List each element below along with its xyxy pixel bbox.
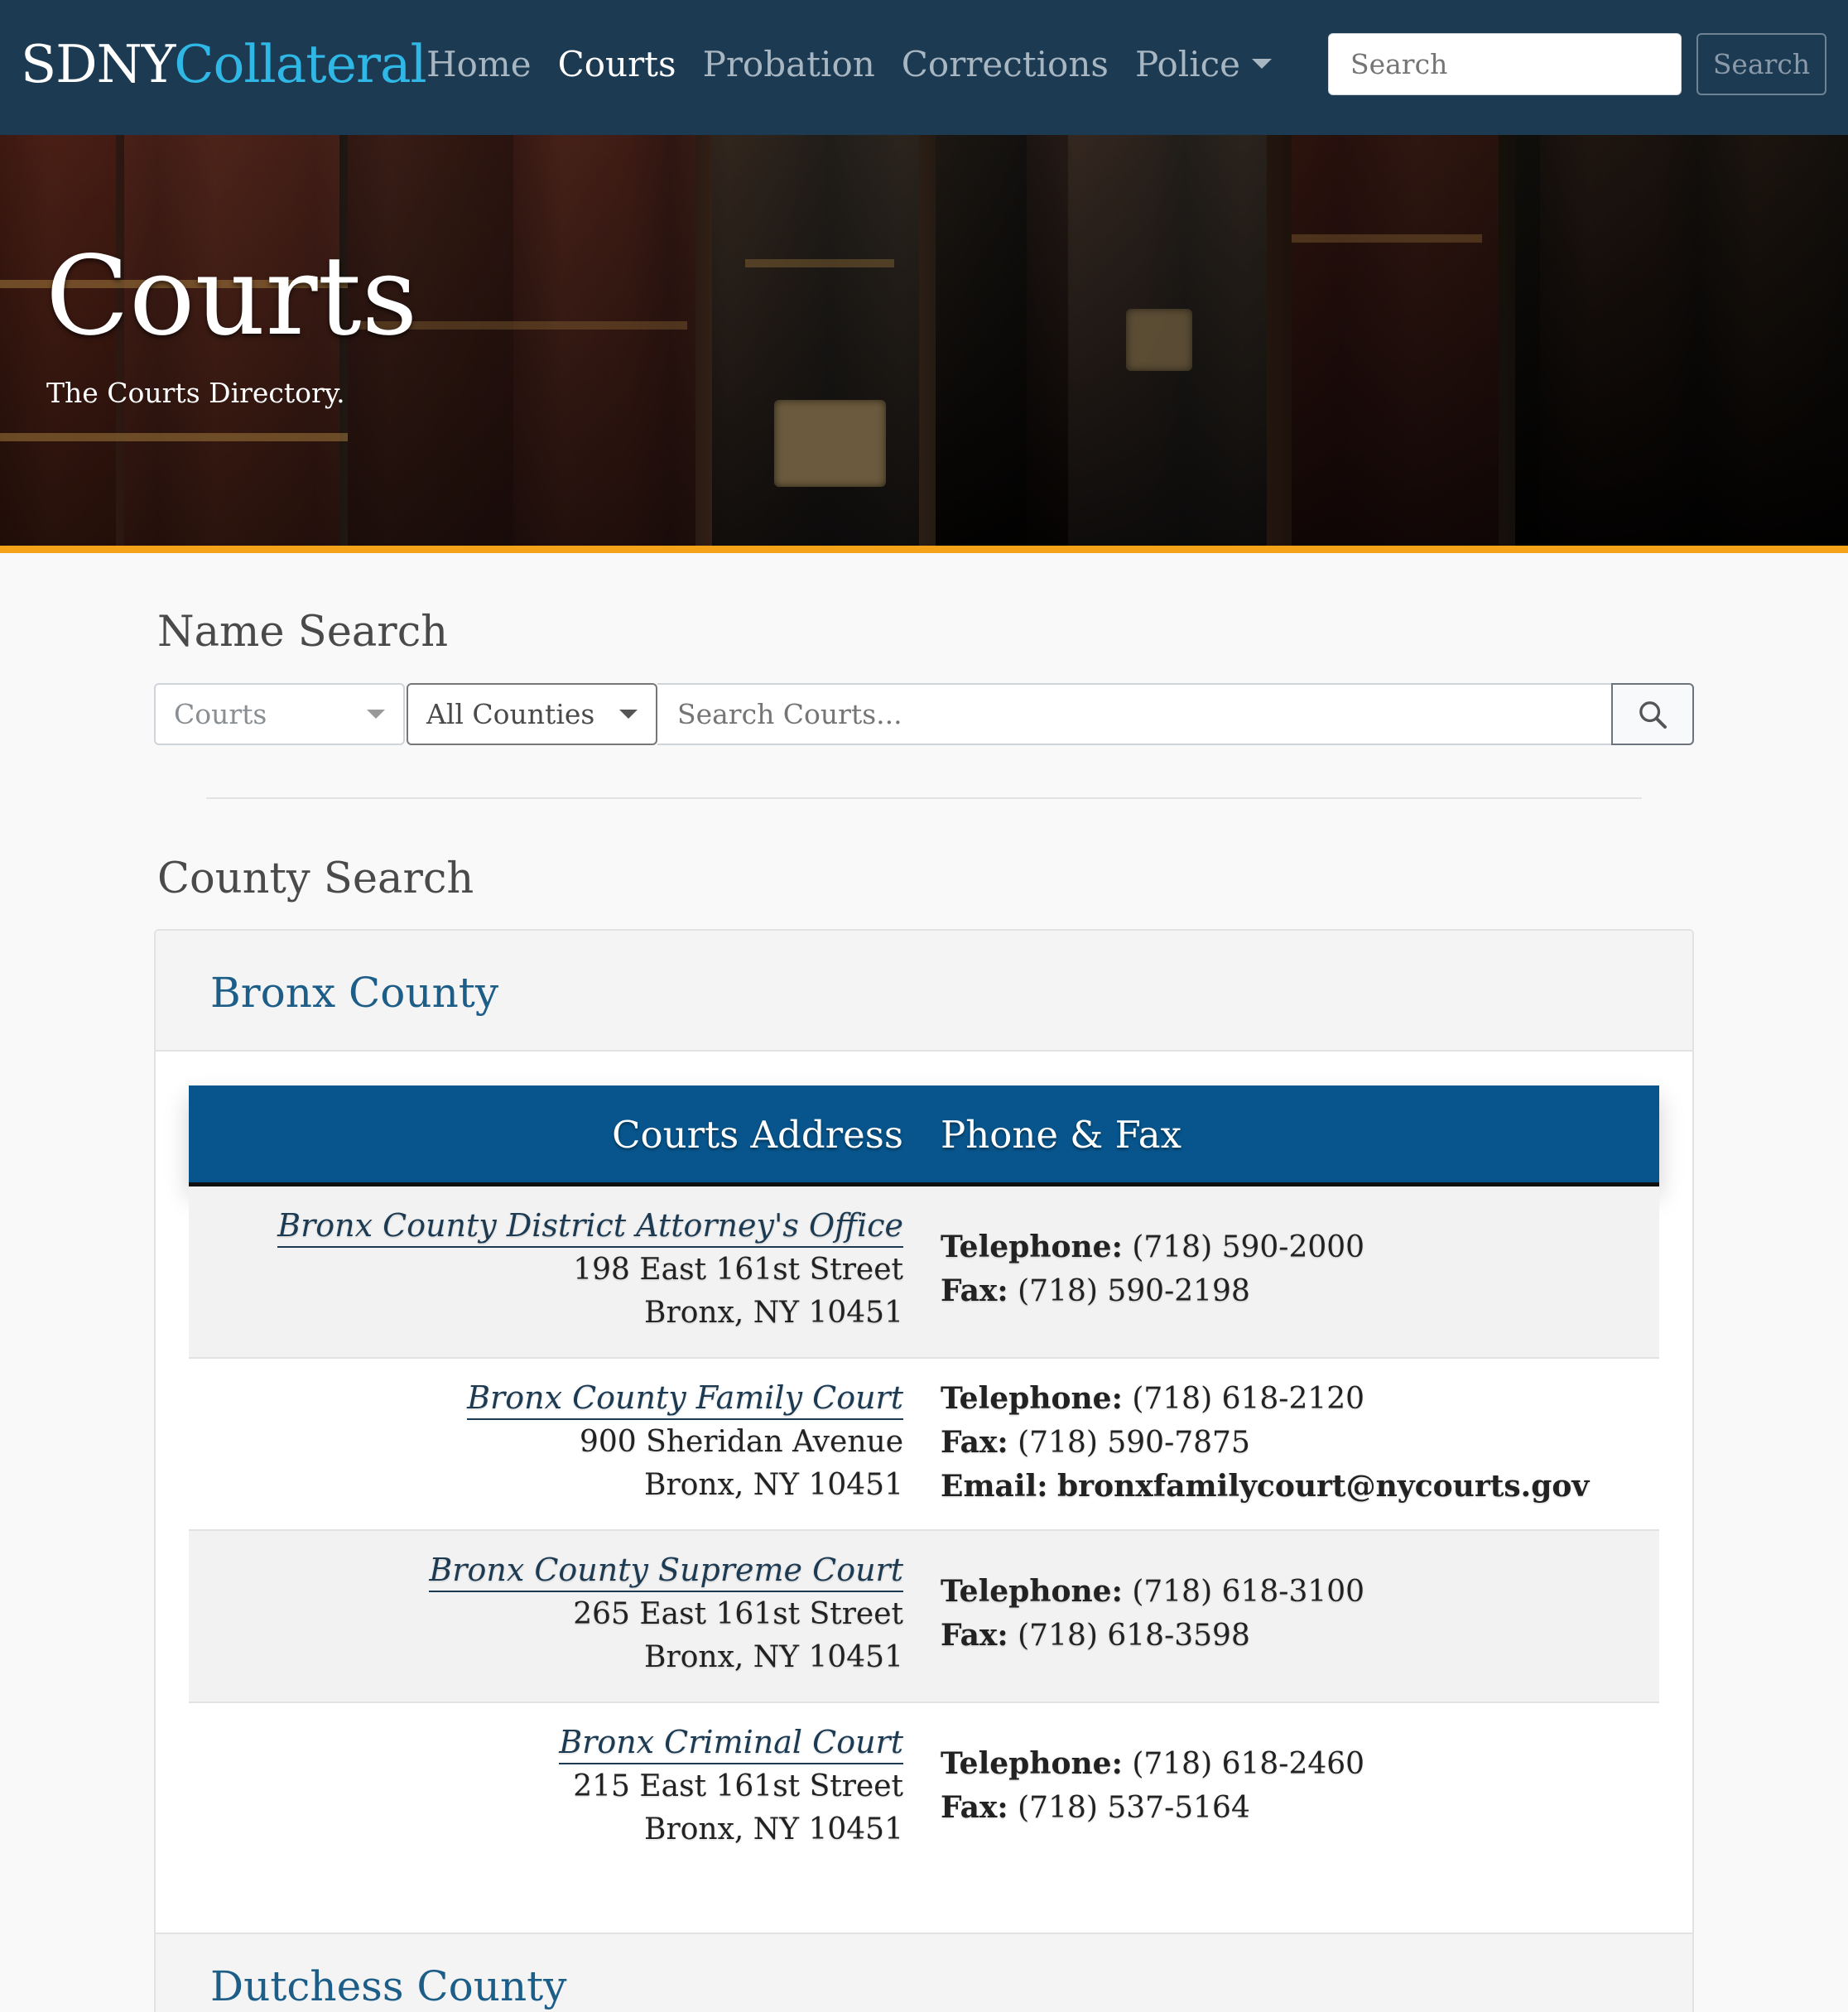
fax-label: Fax: — [941, 1618, 1008, 1653]
fax-label: Fax: — [941, 1790, 1008, 1825]
chevron-down-icon — [619, 710, 638, 719]
fax-line: Fax: (718) 590-7875 — [941, 1421, 1589, 1465]
court-address: Bronx Criminal Court 215 East 161st Stre… — [559, 1721, 903, 1851]
navbar: SDNYCollateral Home Courts Probation Cor… — [0, 0, 1848, 135]
telephone-value: (718) 618-2460 — [1132, 1747, 1365, 1781]
court-search-button[interactable] — [1611, 683, 1694, 745]
brand-part1: SDNY — [21, 34, 175, 94]
court-name-link[interactable]: Bronx County District Attorney's Office — [277, 1205, 903, 1248]
page-title: Courts — [46, 233, 418, 360]
fax-value: (718) 537-5164 — [1018, 1791, 1250, 1825]
court-name-link[interactable]: Bronx County Supreme Court — [429, 1549, 903, 1592]
telephone-label: Telephone: — [941, 1574, 1123, 1609]
brand-logo[interactable]: SDNYCollateral — [21, 31, 427, 98]
nav-link-corrections[interactable]: Corrections — [902, 40, 1109, 89]
court-street: 215 East 161st Street — [573, 1769, 903, 1803]
court-contact: Telephone: (718) 618-2460 Fax: (718) 537… — [941, 1742, 1364, 1830]
book-spine — [1292, 135, 1499, 546]
court-street: 265 East 161st Street — [573, 1597, 903, 1631]
email-value[interactable]: bronxfamilycourt@nycourts.gov — [1057, 1469, 1589, 1504]
table-header: Courts Address Phone & Fax — [189, 1085, 1659, 1187]
nav-dropdown-police[interactable]: Police — [1134, 40, 1273, 89]
court-contact: Telephone: (718) 618-2120 Fax: (718) 590… — [941, 1377, 1589, 1509]
email-label: Email: — [941, 1469, 1048, 1504]
telephone-label: Telephone: — [941, 1381, 1123, 1416]
court-street: 198 East 161st Street — [573, 1253, 903, 1287]
court-address: Bronx County Family Court 900 Sheridan A… — [467, 1377, 903, 1507]
court-name-link[interactable]: Bronx County Family Court — [467, 1377, 903, 1420]
telephone-line: Telephone: (718) 618-2460 — [941, 1742, 1364, 1786]
column-header-phone: Phone & Fax — [941, 1113, 1182, 1157]
court-name-link[interactable]: Bronx Criminal Court — [559, 1721, 903, 1764]
spine-label-plate — [1126, 309, 1192, 371]
county-link-dutchess[interactable]: Dutchess County — [210, 1961, 567, 2011]
chevron-down-icon — [367, 710, 385, 719]
nav-link-home[interactable]: Home — [426, 40, 532, 89]
hero-accent-bar — [0, 546, 1848, 553]
name-search-heading: Name Search — [157, 608, 449, 657]
spine-band — [745, 259, 894, 267]
nav-links: Home Courts Probation Corrections Police — [426, 40, 1273, 89]
court-contact: Telephone: (718) 618-3100 Fax: (718) 618… — [941, 1570, 1364, 1658]
court-type-select-value: Courts — [174, 698, 267, 730]
court-street: 900 Sheridan Avenue — [579, 1425, 903, 1459]
nav-search-input[interactable] — [1328, 33, 1682, 95]
table-row: Bronx Criminal Court 215 East 161st Stre… — [189, 1703, 1659, 1875]
nav-search-button[interactable]: Search — [1696, 33, 1826, 95]
nav-link-probation[interactable]: Probation — [703, 40, 875, 89]
telephone-value: (718) 618-3100 — [1132, 1575, 1365, 1609]
fax-value: (718) 590-7875 — [1018, 1426, 1250, 1460]
court-city: Bronx, NY 10451 — [644, 1812, 903, 1846]
courts-table: Courts Address Phone & Fax Bronx County … — [189, 1085, 1659, 1875]
brand-part2: Collateral — [174, 34, 426, 94]
spine-band — [0, 433, 348, 441]
spine-band — [1292, 234, 1482, 243]
chevron-down-icon — [1252, 59, 1273, 69]
table-row: Bronx County District Attorney's Office … — [189, 1187, 1659, 1359]
court-address: Bronx County Supreme Court 265 East 161s… — [429, 1549, 903, 1679]
county-select-value: All Counties — [426, 698, 595, 730]
book-spine — [936, 135, 1068, 546]
court-type-select[interactable]: Courts — [154, 683, 405, 745]
telephone-line: Telephone: (718) 618-2120 — [941, 1377, 1589, 1421]
telephone-value: (718) 618-2120 — [1132, 1382, 1365, 1416]
name-search-form: Courts All Counties — [154, 683, 1694, 745]
fax-value: (718) 618-3598 — [1018, 1619, 1250, 1653]
table-row: Bronx County Supreme Court 265 East 161s… — [189, 1531, 1659, 1703]
fax-line: Fax: (718) 590-2198 — [941, 1269, 1364, 1313]
search-icon — [1639, 700, 1667, 729]
page-subtitle: The Courts Directory. — [46, 377, 345, 409]
county-accordion: Bronx County Courts Address Phone & Fax … — [154, 929, 1694, 2012]
hero-banner: Courts The Courts Directory. — [0, 135, 1848, 546]
court-city: Bronx, NY 10451 — [644, 1640, 903, 1674]
county-link-bronx[interactable]: Bronx County — [210, 968, 498, 1018]
spine-label-plate — [774, 400, 886, 487]
fax-line: Fax: (718) 537-5164 — [941, 1786, 1364, 1830]
telephone-value: (718) 590-2000 — [1132, 1230, 1365, 1264]
book-spine — [1515, 135, 1848, 546]
court-search-input[interactable] — [657, 683, 1613, 745]
fax-label: Fax: — [941, 1425, 1008, 1460]
fax-label: Fax: — [941, 1273, 1008, 1308]
table-row: Bronx County Family Court 900 Sheridan A… — [189, 1359, 1659, 1531]
court-city: Bronx, NY 10451 — [644, 1296, 903, 1330]
court-address: Bronx County District Attorney's Office … — [277, 1205, 903, 1335]
county-select[interactable]: All Counties — [407, 683, 657, 745]
telephone-line: Telephone: (718) 618-3100 — [941, 1570, 1364, 1614]
court-contact: Telephone: (718) 590-2000 Fax: (718) 590… — [941, 1225, 1364, 1313]
email-line: Email: bronxfamilycourt@nycourts.gov — [941, 1465, 1589, 1509]
county-search-heading: County Search — [157, 854, 474, 903]
telephone-label: Telephone: — [941, 1230, 1123, 1264]
fax-line: Fax: (718) 618-3598 — [941, 1614, 1364, 1658]
nav-dropdown-police-label: Police — [1134, 44, 1241, 84]
column-header-address: Courts Address — [612, 1113, 903, 1157]
nav-link-courts[interactable]: Courts — [558, 40, 676, 89]
fax-value: (718) 590-2198 — [1018, 1274, 1250, 1308]
section-divider — [206, 797, 1642, 799]
court-city: Bronx, NY 10451 — [644, 1468, 903, 1502]
telephone-line: Telephone: (718) 590-2000 — [941, 1225, 1364, 1269]
telephone-label: Telephone: — [941, 1746, 1123, 1781]
